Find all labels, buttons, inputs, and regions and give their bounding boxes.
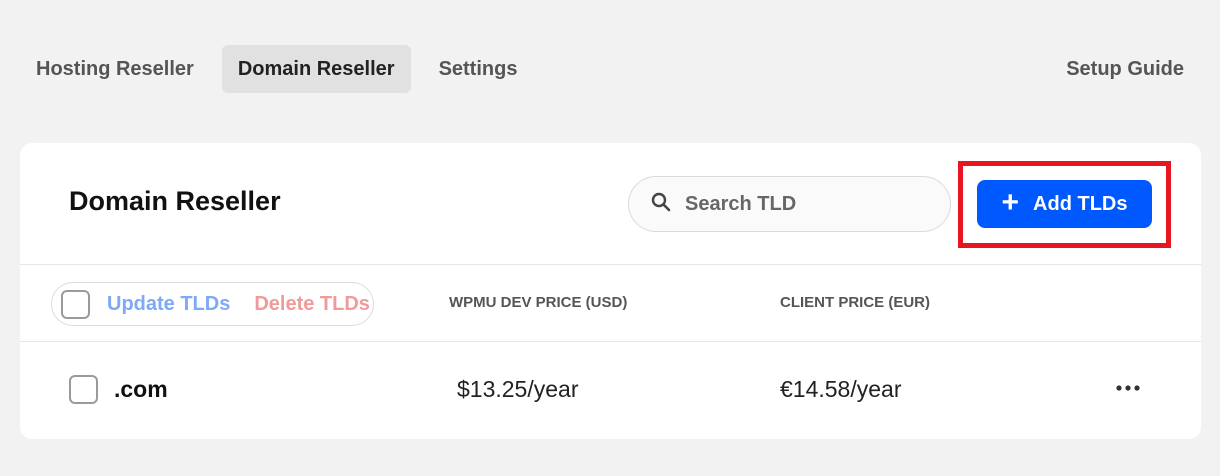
column-header-wpmu-price: WPMU DEV PRICE (USD)	[449, 294, 628, 311]
plus-icon: +	[1001, 185, 1020, 219]
row-checkbox[interactable]	[69, 375, 98, 404]
top-navigation: Hosting Reseller Domain Reseller Setting…	[20, 45, 1200, 93]
page-title: Domain Reseller	[69, 186, 281, 216]
tab-settings[interactable]: Settings	[423, 45, 534, 93]
more-options-icon[interactable]	[1110, 370, 1146, 406]
client-price: €14.58/year	[780, 376, 902, 402]
card-header: Domain Reseller + Add TLDs	[20, 143, 1201, 265]
search-box[interactable]	[628, 176, 951, 232]
search-icon	[651, 192, 671, 217]
tab-domain-reseller[interactable]: Domain Reseller	[221, 45, 411, 93]
delete-tlds-button[interactable]: Delete TLDs	[254, 293, 370, 316]
update-tlds-button[interactable]: Update TLDs	[107, 293, 230, 316]
column-header-client-price: CLIENT PRICE (EUR)	[780, 294, 930, 311]
tab-hosting-reseller[interactable]: Hosting Reseller	[20, 45, 210, 93]
domain-reseller-card: Domain Reseller + Add TLDs Update TLDs D…	[20, 143, 1201, 439]
search-input[interactable]	[685, 192, 915, 216]
add-tlds-button[interactable]: + Add TLDs	[977, 180, 1152, 228]
tld-name: .com	[114, 376, 168, 402]
select-all-checkbox[interactable]	[61, 289, 90, 319]
table-row: .com $13.25/year €14.58/year	[20, 342, 1201, 439]
table-header: Update TLDs Delete TLDs WPMU DEV PRICE (…	[20, 265, 1201, 342]
add-tlds-label: Add TLDs	[1033, 192, 1128, 215]
wpmu-price: $13.25/year	[457, 376, 579, 402]
bulk-actions: Update TLDs Delete TLDs	[51, 282, 374, 326]
setup-guide-link[interactable]: Setup Guide	[1066, 45, 1184, 93]
